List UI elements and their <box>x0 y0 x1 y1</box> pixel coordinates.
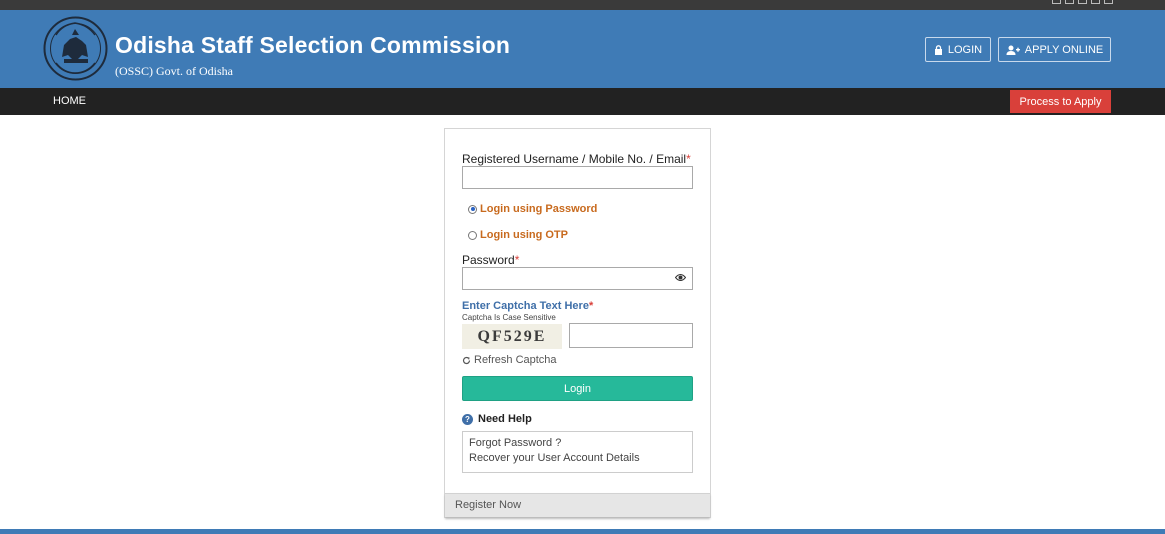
process-to-apply-button[interactable]: Process to Apply <box>1010 90 1111 113</box>
need-help-heading: ? Need Help <box>462 413 532 425</box>
odisha-emblem-icon <box>43 16 108 81</box>
forgot-password-link[interactable]: Forgot Password ? <box>469 436 686 451</box>
captcha-image: QF529E <box>462 324 562 349</box>
required-mark: * <box>686 152 691 166</box>
nav-item-home[interactable]: HOME <box>53 95 86 107</box>
login-card: Registered Username / Mobile No. / Email… <box>444 128 711 518</box>
radio-unselected-icon[interactable] <box>468 230 477 240</box>
password-input[interactable] <box>462 267 693 290</box>
eye-icon[interactable] <box>675 273 686 282</box>
theme-switcher[interactable] <box>1052 0 1113 4</box>
recover-account-link[interactable]: Recover your User Account Details <box>469 451 686 466</box>
theme-swatch[interactable] <box>1091 0 1100 4</box>
need-help-label: Need Help <box>478 413 532 425</box>
option-login-otp[interactable]: Login using OTP <box>468 229 568 241</box>
site-header: Odisha Staff Selection Commission (OSSC)… <box>0 10 1165 88</box>
apply-online-button[interactable]: APPLY ONLINE <box>998 37 1111 62</box>
username-label-text: Registered Username / Mobile No. / Email <box>462 152 687 166</box>
captcha-title: Enter Captcha Text Here* <box>462 300 593 312</box>
captcha-title-text: Enter Captcha Text Here <box>462 300 589 312</box>
user-plus-icon <box>1006 45 1020 55</box>
bottom-accent-bar <box>0 529 1165 534</box>
required-mark: * <box>588 300 594 312</box>
captcha-note: Captcha Is Case Sensitive <box>462 313 556 322</box>
question-circle-icon: ? <box>462 413 473 425</box>
register-now-link[interactable]: Register Now <box>455 499 521 511</box>
lock-icon <box>934 44 942 55</box>
captcha-input[interactable] <box>569 323 693 348</box>
refresh-captcha-link[interactable]: Refresh Captcha <box>462 354 557 366</box>
option-login-password-label: Login using Password <box>480 203 598 215</box>
site-subtitle: (OSSC) Govt. of Odisha <box>115 64 234 78</box>
site-title: Odisha Staff Selection Commission <box>115 32 511 58</box>
card-footer: Register Now <box>445 493 710 517</box>
username-input[interactable] <box>462 166 693 189</box>
option-login-otp-label: Login using OTP <box>480 229 568 241</box>
top-utility-strip <box>0 0 1165 10</box>
refresh-icon <box>462 356 471 364</box>
required-mark: * <box>514 253 520 267</box>
captcha-text: QF529E <box>477 327 547 345</box>
password-label-text: Password <box>462 253 515 267</box>
refresh-captcha-label: Refresh Captcha <box>474 354 557 366</box>
password-label: Password* <box>462 253 519 267</box>
header-login-button[interactable]: LOGIN <box>925 37 991 62</box>
main-nav: HOME Process to Apply <box>0 88 1165 115</box>
header-login-label: LOGIN <box>947 43 983 56</box>
radio-selected-icon[interactable] <box>468 204 477 214</box>
theme-swatch[interactable] <box>1065 0 1074 4</box>
option-login-password[interactable]: Login using Password <box>468 203 597 215</box>
username-label: Registered Username / Mobile No. / Email… <box>462 152 691 166</box>
apply-online-label: APPLY ONLINE <box>1024 43 1104 56</box>
login-submit-button[interactable]: Login <box>462 376 693 401</box>
theme-swatch[interactable] <box>1104 0 1113 4</box>
theme-swatch[interactable] <box>1078 0 1087 4</box>
help-links-box: Forgot Password ? Recover your User Acco… <box>462 431 693 473</box>
theme-swatch[interactable] <box>1052 0 1061 4</box>
